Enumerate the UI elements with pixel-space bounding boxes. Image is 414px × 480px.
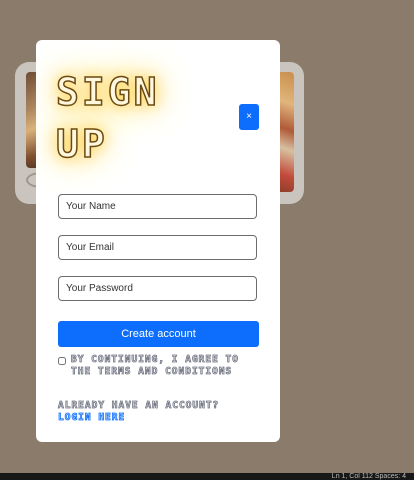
create-account-button[interactable]: Create account xyxy=(58,321,259,347)
email-input[interactable] xyxy=(58,235,257,260)
terms-checkbox[interactable] xyxy=(58,357,66,365)
name-input[interactable] xyxy=(58,194,257,219)
signup-title-line1: SIGN xyxy=(55,69,160,115)
signup-title: SIGN UP xyxy=(55,66,160,170)
status-bar-text: Ln 1, Col 112 Spaces: 4 xyxy=(331,473,406,480)
password-input[interactable] xyxy=(58,276,257,301)
already-account-text: Already have an account? xyxy=(58,400,220,412)
signup-title-line2: UP xyxy=(55,121,108,167)
editor-status-bar: Ln 1, Col 112 Spaces: 4 xyxy=(0,473,414,480)
terms-label: By continuing, I agree to the terms and … xyxy=(71,354,239,378)
signup-modal: SIGN UP × Create account By continuing, … xyxy=(36,40,280,442)
login-link[interactable]: Login here xyxy=(58,412,125,424)
close-button[interactable]: × xyxy=(239,104,259,130)
